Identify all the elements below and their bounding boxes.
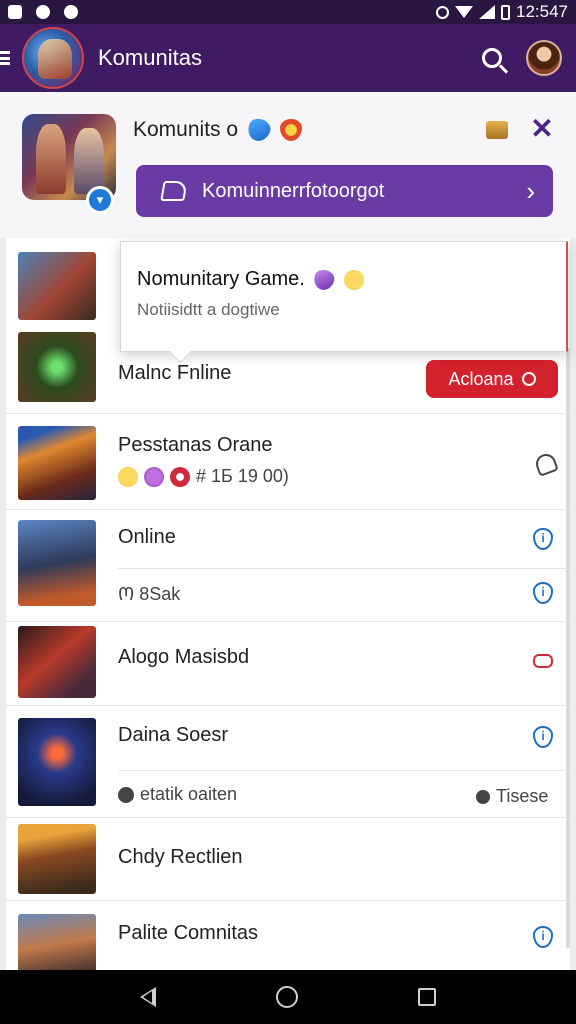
action-button[interactable]: Acloana [426,360,558,398]
smile-icon [343,269,364,290]
tooltip-subtitle: Notiisidtt a dogtiwe [137,300,280,319]
list-item[interactable]: Alogo Masisbd [6,622,570,706]
game-thumbnail [18,426,96,500]
tooltip-title: Nomunitary Game. [137,267,364,292]
gem-icon [312,267,337,292]
messenger-notification-icon [64,5,78,19]
tooltip-popup[interactable]: Nomunitary Game. Notiisidtt a dogtiwe [120,241,568,352]
timer-icon [476,790,490,805]
recents-icon[interactable] [418,988,436,1006]
app-notification-icon [36,5,50,19]
app-logo [22,27,84,89]
menu-icon[interactable] [0,51,10,65]
emoji-icon [144,467,164,488]
list-item[interactable]: Pesstanas Orane # 1Б 19 00) [6,414,570,510]
list-item[interactable]: Palite Comnitas i [6,900,570,970]
alarm-icon [436,5,449,19]
gallery-notification-icon [8,5,22,19]
list-item-title: Online [118,526,176,548]
info-icon [118,787,134,804]
signal-icon [479,5,495,19]
list-item[interactable]: Online i Ო 8Sak i [6,510,570,622]
shield-icon[interactable]: i [533,926,553,948]
back-icon[interactable] [140,987,156,1007]
shield-icon[interactable]: i [533,528,553,550]
app-bar: Komunitas [0,24,576,92]
chevron-right-icon: › [526,175,535,206]
wifi-icon [455,6,473,18]
home-icon[interactable] [276,986,298,1008]
list-item-meta: # 1Б 19 00) [118,466,289,488]
app-title: Komunitas [98,45,202,70]
game-thumbnail [18,718,96,806]
live-icon[interactable] [533,654,553,668]
list-item-sub: etatik oaiten [118,784,237,805]
list-item[interactable]: Daina Soesr i etatik oaiten Tisese [6,706,570,818]
battery-icon [501,4,510,20]
status-bar: 12:547 [0,0,576,24]
refresh-icon [521,372,536,386]
list-item-title: Daina Soesr [118,724,229,746]
game-thumbnail [18,824,96,894]
list-item-title: Palite Comnitas [118,922,259,944]
list-item-title: Malnc Fnline [118,362,232,384]
join-community-button[interactable]: Komuinnerrfotoorgot › [136,165,553,217]
badge-icon [279,119,302,142]
chest-icon[interactable] [486,121,508,139]
close-icon[interactable]: ✕ [528,115,556,143]
emoji-icon [170,467,190,488]
diamond-icon [244,116,274,145]
list-item-title: Chdy Rectlien [118,846,243,868]
search-icon [482,48,502,68]
search-button[interactable] [468,34,516,82]
game-thumbnail [18,332,96,402]
list-item-title: Pesstanas Orane [118,434,273,456]
status-time: 12:547 [516,2,568,21]
system-nav-bar [0,970,576,1024]
bell-icon[interactable] [533,451,559,477]
verified-badge-icon: ▾ [86,186,114,214]
game-thumbnail [18,626,96,698]
list-item-title: Alogo Masisbd [118,646,250,668]
emoji-icon [118,467,138,488]
game-thumbnail [18,520,96,606]
avatar[interactable] [526,40,562,76]
share-icon [160,181,188,201]
community-title: Komunits o [133,116,302,145]
shield-icon[interactable]: i [533,582,553,604]
game-thumbnail [18,914,96,970]
list-item-right-label: Tisese [476,786,548,807]
game-thumbnail [18,252,96,320]
shield-icon[interactable]: i [533,726,553,748]
list-item-sub: Ო 8Sak [118,584,181,604]
